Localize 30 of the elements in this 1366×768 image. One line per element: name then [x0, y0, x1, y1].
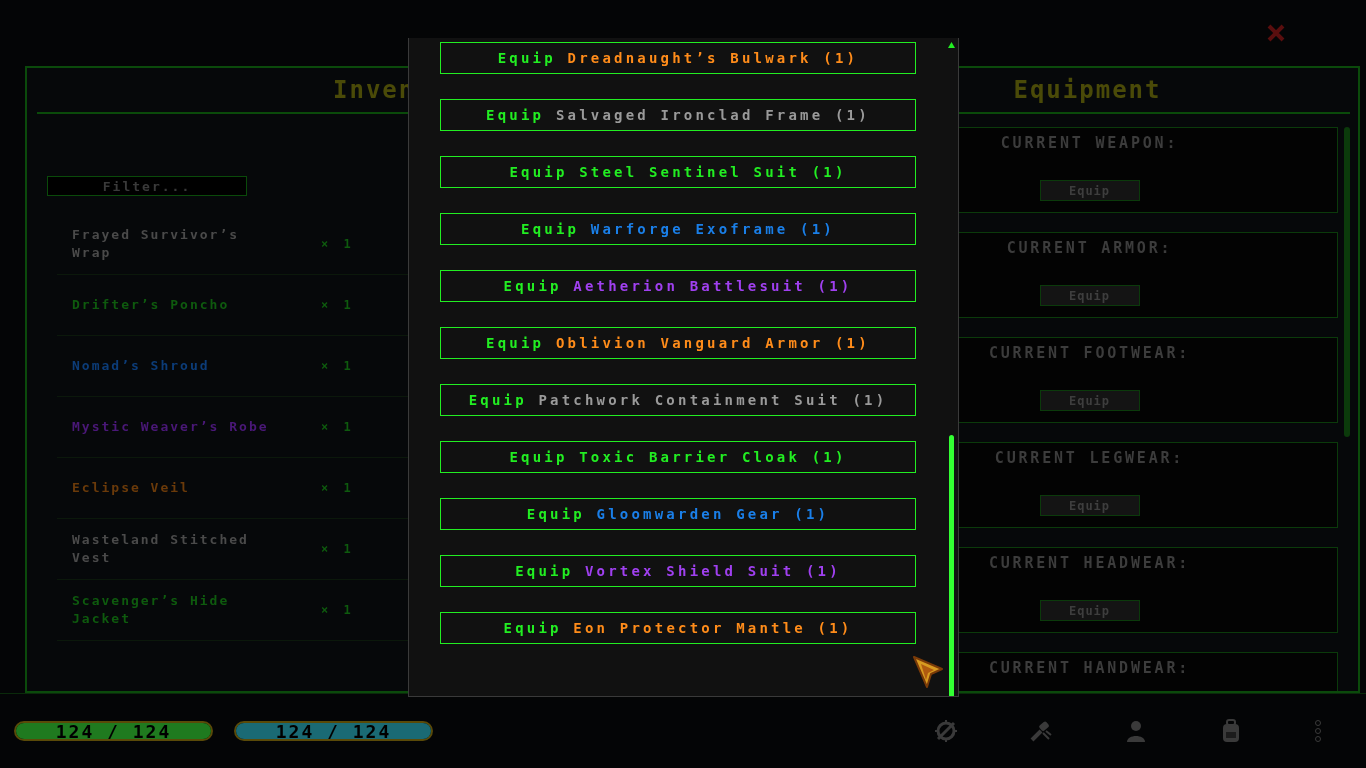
panel-title: Equipment — [1013, 76, 1162, 104]
equip-item-button[interactable]: Equip Toxic Barrier Cloak (1) — [440, 441, 916, 473]
slot-label: CURRENT ARMOR: — [1006, 239, 1173, 257]
equip-item-button[interactable]: Equip Oblivion Vanguard Armor (1) — [440, 327, 916, 359]
equip-item-button[interactable]: Equip Eon Protector Mantle (1) — [440, 612, 916, 644]
slot-label: CURRENT FOOTWEAR: — [988, 344, 1191, 362]
person-icon[interactable] — [1124, 719, 1148, 743]
equip-item-button[interactable]: Equip Aetherion Battlesuit (1) — [440, 270, 916, 302]
scroll-thumb[interactable] — [1344, 127, 1350, 437]
slot-label: CURRENT LEGWEAR: — [994, 449, 1185, 467]
filter-field[interactable]: Filter... — [47, 176, 247, 196]
equip-item-button[interactable]: Equip Gloomwarden Gear (1) — [440, 498, 916, 530]
stat-meter: 124 / 124 — [14, 721, 213, 741]
tool-icon[interactable] — [1029, 719, 1053, 743]
equip-item-button[interactable]: Equip Warforge Exoframe (1) — [440, 213, 916, 245]
equip-item-button[interactable]: Equip Dreadnaught’s Bulwark (1) — [440, 42, 916, 74]
stat-meter: 124 / 124 — [234, 721, 433, 741]
scroll-thumb[interactable] — [948, 435, 954, 696]
slot-label: CURRENT HANDWEAR: — [988, 659, 1191, 677]
compass-icon[interactable] — [934, 719, 958, 743]
equip-item-button[interactable]: Equip Steel Sentinel Suit (1) — [440, 156, 916, 188]
more-icon[interactable] — [1314, 719, 1322, 743]
slot-label: CURRENT HEADWEAR: — [988, 554, 1191, 572]
equip-item-button[interactable]: Equip Patchwork Containment Suit (1) — [440, 384, 916, 416]
equip-item-button[interactable]: Equip Salvaged Ironclad Frame (1) — [440, 99, 916, 131]
slot-label: CURRENT WEAPON: — [1000, 134, 1179, 152]
cursor-icon — [912, 655, 944, 689]
scroll-up-icon[interactable] — [947, 42, 955, 48]
equip-item-button[interactable]: Equip Vortex Shield Suit (1) — [440, 555, 916, 587]
close-icon[interactable] — [1266, 23, 1286, 43]
